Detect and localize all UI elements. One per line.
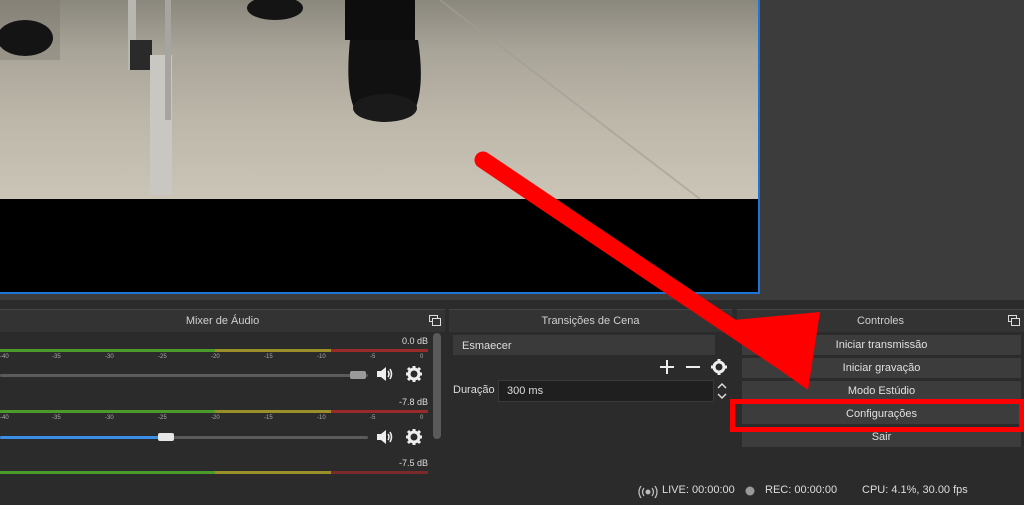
annotation-arrow xyxy=(474,151,820,390)
